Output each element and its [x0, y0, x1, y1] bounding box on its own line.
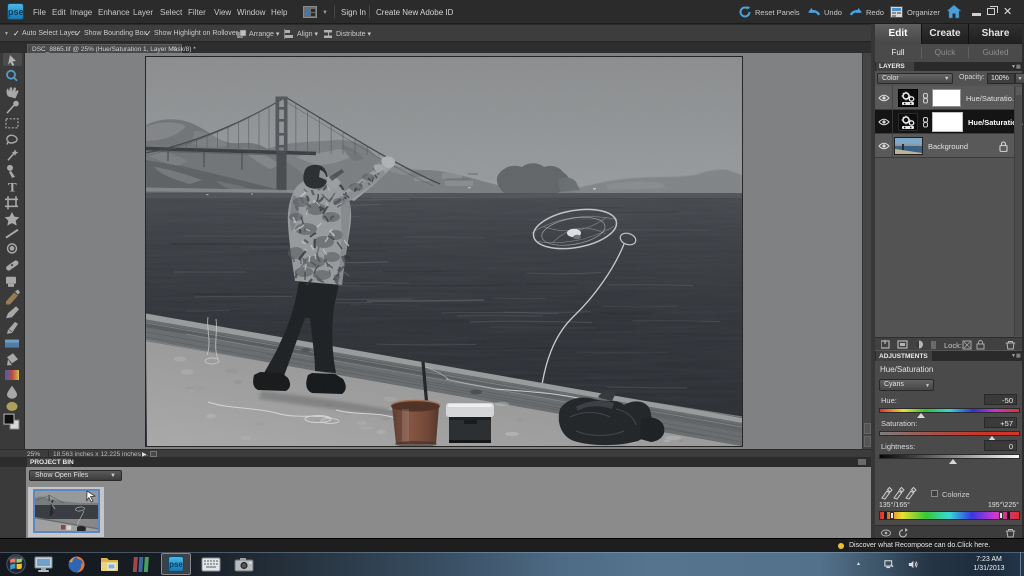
svg-text:T: T [8, 180, 17, 195]
svg-text:Lock:: Lock: [944, 341, 962, 350]
